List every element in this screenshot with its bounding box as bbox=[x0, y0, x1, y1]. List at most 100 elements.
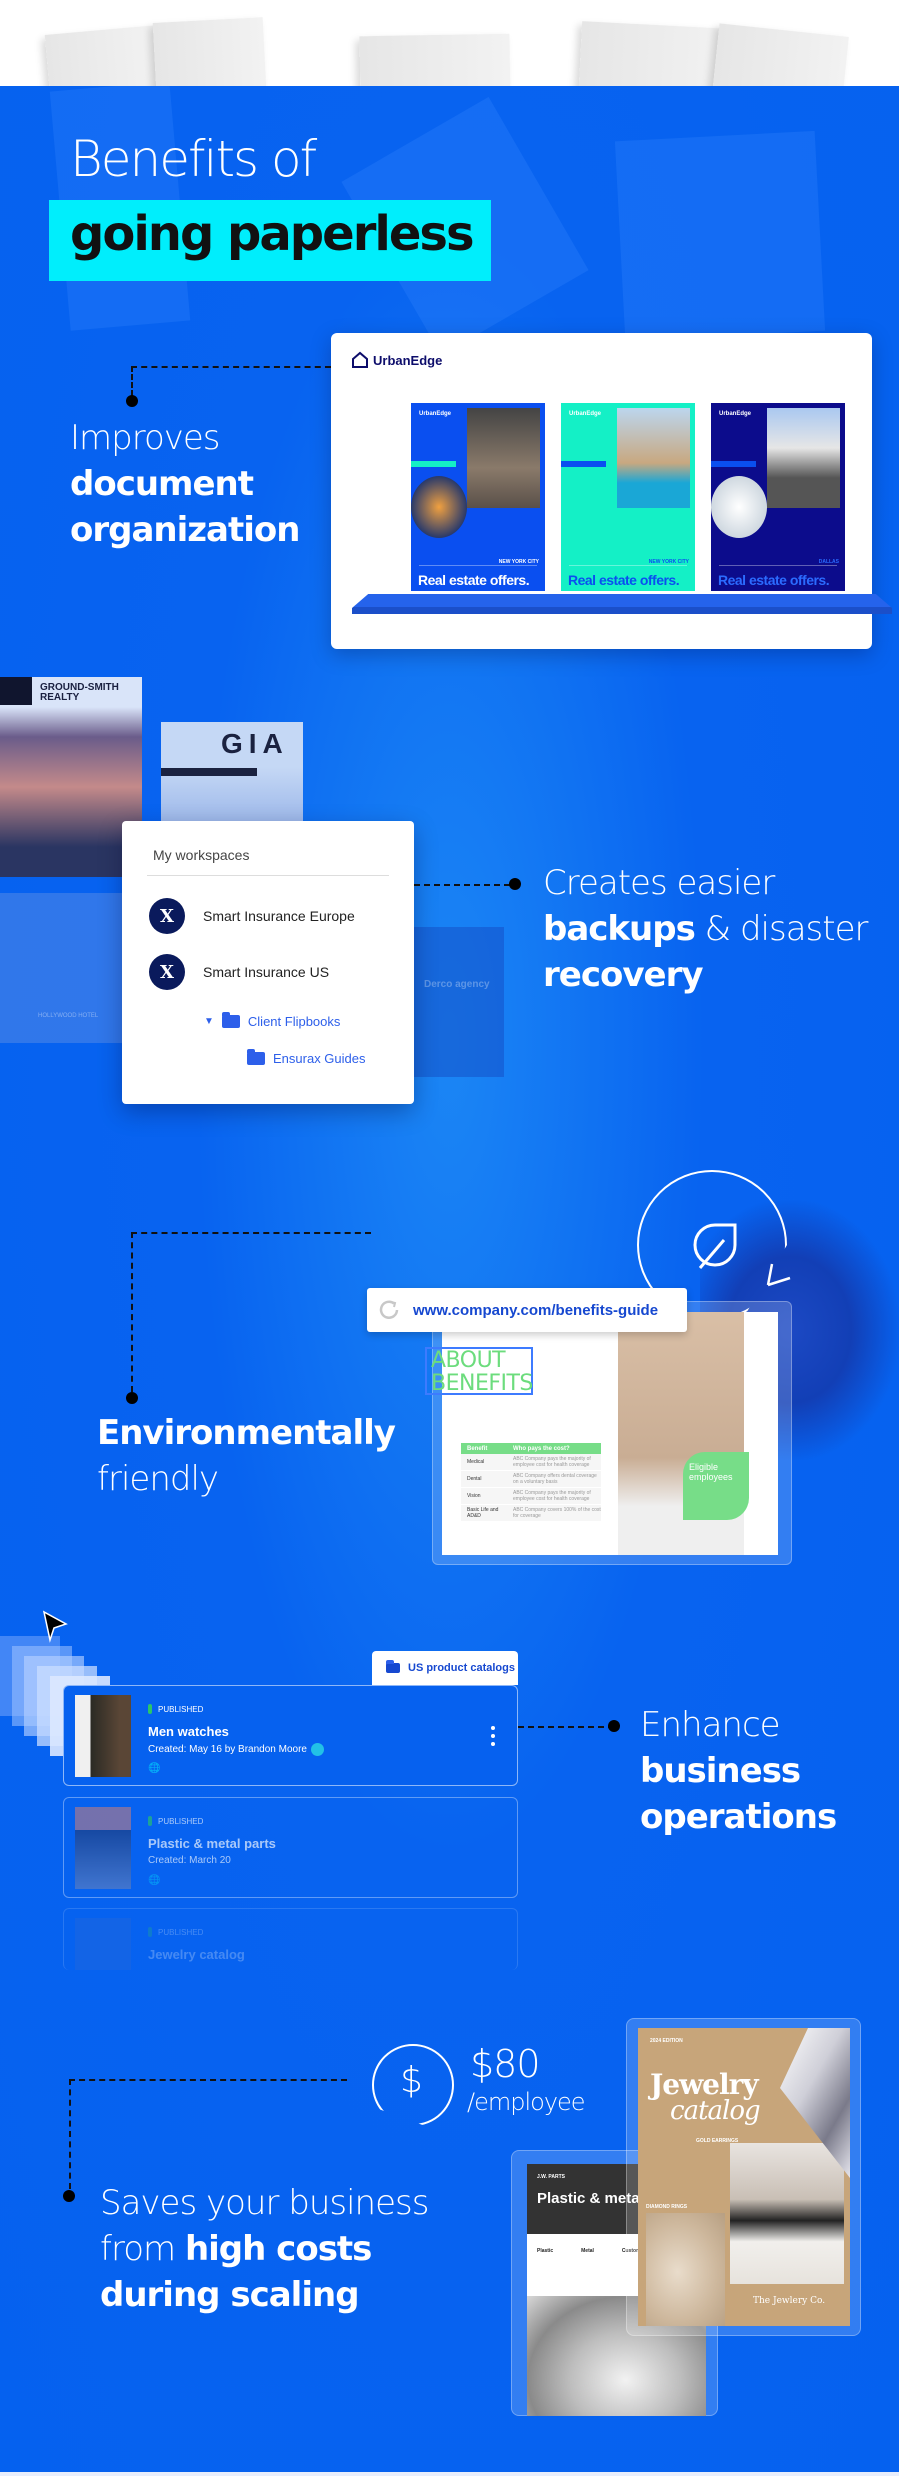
leaf-icon bbox=[693, 1223, 737, 1269]
status-text: PUBLISHED bbox=[158, 1704, 204, 1714]
infographic: Benefits of going paperless Improves doc… bbox=[0, 0, 899, 2480]
poster-photo bbox=[767, 408, 840, 508]
reload-icon[interactable] bbox=[377, 1298, 401, 1322]
poster-rule bbox=[419, 565, 537, 566]
folder-item[interactable]: Ensurax Guides bbox=[247, 1049, 366, 1066]
benefit-text-light: Improves bbox=[70, 418, 221, 458]
catalog-meta: Created: May 16 by Brandon Moore bbox=[148, 1743, 324, 1756]
url-text: www.company.com/benefits-guide bbox=[413, 1301, 659, 1319]
connector-line bbox=[131, 1232, 371, 1234]
globe-icon: 🌐 bbox=[148, 1875, 161, 1886]
benefit-document-organization: Improves document organization bbox=[70, 415, 350, 553]
chevron-down-icon[interactable]: ▼ bbox=[204, 1016, 214, 1027]
connector-line bbox=[69, 2079, 71, 2189]
poster-circle-photo bbox=[411, 476, 467, 538]
workspace-name: Smart Insurance Europe bbox=[203, 908, 355, 924]
connector-dot bbox=[608, 1720, 620, 1732]
benefits-table: Benefit Who pays the cost? Medical ABC Co… bbox=[461, 1443, 601, 1522]
table-cell: Vision bbox=[467, 1493, 481, 1499]
agency-thumbnail[interactable]: Derco agency bbox=[414, 927, 504, 1077]
agency-title: Derco agency bbox=[424, 979, 490, 990]
poster-logo: UrbanEdge bbox=[419, 411, 452, 417]
poster[interactable]: UrbanEdge NEW YORK CITY Real estate offe… bbox=[411, 403, 545, 591]
poster-city: DALLAS bbox=[818, 559, 839, 565]
status-indicator bbox=[148, 1816, 152, 1826]
paper-sheet bbox=[359, 33, 511, 90]
title-bold: going paperless bbox=[70, 206, 475, 262]
catalog-thumbnail bbox=[75, 1695, 131, 1777]
workspace-item[interactable]: X Smart Insurance Europe bbox=[149, 898, 355, 934]
table-row: Dental ABC Company offers dental coverage… bbox=[461, 1471, 601, 1488]
poster-photo bbox=[617, 408, 690, 508]
table-header-cell: Who pays the cost? bbox=[513, 1445, 570, 1452]
table-header-cell: Benefit bbox=[467, 1445, 488, 1452]
status-indicator bbox=[148, 1927, 152, 1937]
catalog-thumbnail bbox=[75, 1807, 131, 1889]
jewelry-model-photo bbox=[730, 2143, 844, 2284]
urbanedge-card: UrbanEdge UrbanEdge NEW YORK CITY Real e… bbox=[331, 333, 892, 649]
about-benefits-heading[interactable]: ABOUT BENEFITS bbox=[425, 1347, 533, 1395]
connector-line bbox=[131, 366, 133, 396]
benefit-text-light: Enhance bbox=[640, 1705, 781, 1745]
realty-logo-block bbox=[0, 677, 32, 705]
poster-city: NEW YORK CITY bbox=[498, 559, 539, 565]
jewelry-ring-photo bbox=[646, 2213, 725, 2326]
benefit-cost-savings: Saves your business from high costs duri… bbox=[100, 2180, 460, 2318]
dollar-icon: $ bbox=[400, 2060, 423, 2101]
connector-line bbox=[518, 1726, 614, 1728]
status-text: PUBLISHED bbox=[158, 1816, 204, 1826]
arrow-icon bbox=[766, 1263, 791, 1287]
hotel-thumbnail[interactable]: HOLLYWOOD HOTEL bbox=[0, 893, 122, 1043]
catalog-name: Plastic & metal parts bbox=[148, 1836, 276, 1851]
more-options-icon[interactable] bbox=[491, 1726, 495, 1746]
folder-item[interactable]: ▼ Client Flipbooks bbox=[204, 1012, 341, 1029]
gia-thumbnail[interactable]: GIA bbox=[161, 722, 303, 822]
gia-band bbox=[161, 768, 257, 776]
globe-icon: 🌐 bbox=[148, 1763, 161, 1774]
catalog-folder-tab[interactable]: US product catalogs bbox=[372, 1651, 518, 1685]
jewelry-catalog-cover[interactable]: 2024 EDITION Jewelry catalog GOLD EARRIN… bbox=[638, 2028, 850, 2326]
realty-title: GROUND-SMITH REALTY bbox=[40, 682, 119, 703]
folder-name: Client Flipbooks bbox=[247, 1014, 341, 1029]
poster-title: Real estate offers. bbox=[568, 572, 680, 588]
catalog-thumbnail bbox=[75, 1918, 131, 1970]
table-cell: Basic Life and AD&D bbox=[467, 1507, 499, 1519]
realty-thumbnail[interactable]: GROUND-SMITH REALTY bbox=[0, 677, 142, 877]
paper-sheet bbox=[44, 25, 162, 90]
house-icon bbox=[352, 351, 368, 368]
status-indicator bbox=[148, 1704, 152, 1714]
catalog-created: Created: May 16 by Brandon Moore bbox=[148, 1744, 307, 1755]
benefit-text-bold: recovery bbox=[543, 955, 703, 995]
poster-photo bbox=[467, 408, 540, 508]
parts-column: Metal bbox=[581, 2248, 594, 2254]
paper-stack-decoration bbox=[0, 0, 899, 90]
workspace-item[interactable]: X Smart Insurance US bbox=[149, 954, 329, 990]
folder-name: Ensurax Guides bbox=[273, 1051, 366, 1066]
catalog-name: Jewelry catalog bbox=[148, 1947, 245, 1962]
poster[interactable]: UrbanEdge DALLAS Real estate offers. bbox=[711, 403, 845, 591]
poster-rule bbox=[569, 565, 687, 566]
poster[interactable]: UrbanEdge NEW YORK CITY Real estate offe… bbox=[561, 403, 695, 591]
catalog-item[interactable]: PUBLISHED Men watches Created: May 16 by… bbox=[63, 1685, 518, 1786]
paper-sheet bbox=[152, 17, 268, 90]
workspace-avatar: X bbox=[149, 954, 185, 990]
benefit-backups: Creates easier backups & disaster recove… bbox=[543, 860, 883, 998]
table-header: Benefit Who pays the cost? bbox=[461, 1443, 601, 1454]
benefit-text-light: friendly bbox=[97, 1459, 219, 1499]
avatar bbox=[310, 1743, 324, 1756]
catalog-item[interactable]: PUBLISHED Plastic & metal parts Created:… bbox=[63, 1797, 518, 1898]
poster-city: NEW YORK CITY bbox=[648, 559, 689, 565]
table-cell: ABC Company offers dental coverage on a … bbox=[513, 1473, 597, 1485]
table-cell: Medical bbox=[467, 1459, 485, 1465]
poster-logo: UrbanEdge bbox=[569, 411, 602, 417]
gia-title: GIA bbox=[221, 728, 289, 759]
poster-circle-photo bbox=[711, 476, 767, 538]
catalog-folder-name: US product catalogs bbox=[408, 1662, 515, 1674]
benefit-text-bold: document organization bbox=[70, 464, 300, 550]
bottom-border bbox=[0, 2472, 899, 2476]
url-bar[interactable]: www.company.com/benefits-guide bbox=[367, 1288, 687, 1332]
catalog-item[interactable]: PUBLISHED Jewelry catalog bbox=[63, 1908, 518, 1970]
connector-line bbox=[414, 884, 510, 886]
parts-column: Plastic bbox=[537, 2248, 554, 2254]
benefit-text-bold: Environmentally bbox=[97, 1413, 396, 1453]
